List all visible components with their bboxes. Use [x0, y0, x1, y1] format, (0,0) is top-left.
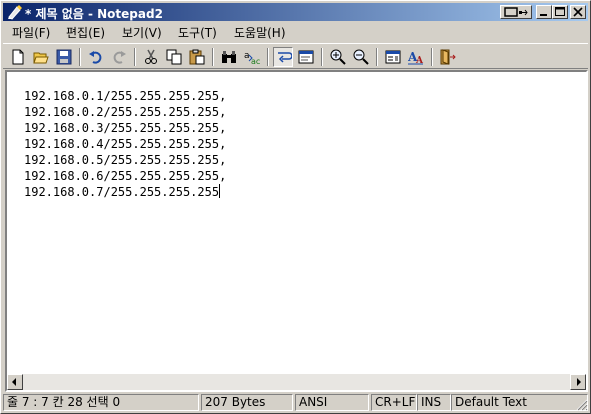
word-wrap-button[interactable] [273, 47, 293, 67]
notepad-app-icon [8, 5, 22, 20]
menu-edit[interactable]: 편집(E) [66, 24, 105, 41]
menu-view[interactable]: 보기(V) [122, 24, 162, 41]
undo-button[interactable] [86, 47, 106, 67]
title-bar[interactable]: * 제목 없음 - Notepad2 [3, 3, 588, 21]
status-mode: INS [417, 394, 451, 411]
text-line: 192.168.0.1/255.255.255.255, [24, 89, 227, 103]
new-icon [12, 49, 24, 65]
toolbar: a ac AA [3, 43, 588, 69]
paste-icon [189, 49, 205, 65]
close-button[interactable] [570, 5, 586, 19]
exit-icon [440, 49, 456, 65]
menu-tools[interactable]: 도구(T) [178, 24, 217, 41]
scroll-left-button[interactable] [7, 374, 23, 390]
scroll-right-button[interactable] [570, 374, 586, 390]
find-icon [222, 51, 236, 63]
text-caret [219, 184, 221, 198]
restore-extra-icon [504, 7, 528, 17]
zoom-in-button[interactable] [328, 47, 348, 67]
selection-margin [7, 72, 23, 374]
status-line-ending[interactable]: CR+LF [371, 394, 417, 411]
restore-extra-button[interactable] [500, 5, 532, 19]
minimize-icon [540, 14, 547, 16]
editor-text[interactable]: 192.168.0.1/255.255.255.255, 192.168.0.2… [24, 72, 226, 200]
cut-icon [145, 49, 157, 64]
open-button[interactable] [31, 47, 51, 67]
find-button[interactable] [219, 47, 239, 67]
toolbar-separator [134, 48, 136, 66]
replace-button[interactable]: a ac [242, 47, 262, 67]
toolbar-separator [431, 48, 433, 66]
arrow-right-icon [577, 378, 581, 386]
menu-help[interactable]: 도움말(H) [234, 24, 286, 41]
status-size: 207 Bytes [201, 394, 293, 411]
new-button[interactable] [8, 47, 28, 67]
word-wrap-icon [278, 52, 292, 63]
zoom-out-button[interactable] [351, 47, 371, 67]
copy-icon [166, 49, 182, 65]
settings-icon [298, 50, 314, 64]
menu-file[interactable]: 파일(F) [12, 24, 50, 41]
horizontal-scrollbar[interactable] [7, 374, 586, 390]
settings-button[interactable] [296, 47, 316, 67]
resize-grip-icon[interactable] [574, 397, 588, 411]
status-scheme[interactable]: Default Text [451, 394, 588, 411]
arrow-left-icon [12, 378, 16, 386]
maximize-icon [555, 7, 565, 16]
open-icon [33, 52, 49, 64]
toolbar-separator [79, 48, 81, 66]
text-line: 192.168.0.7/255.255.255.255 [24, 185, 220, 199]
schemes-button[interactable] [383, 47, 403, 67]
menu-bar: 파일(F) 편집(E) 보기(V) 도구(T) 도움말(H) [3, 22, 588, 41]
text-line: 192.168.0.4/255.255.255.255, [24, 137, 227, 151]
save-button[interactable] [54, 47, 74, 67]
close-icon [573, 7, 583, 17]
text-editor[interactable]: 192.168.0.1/255.255.255.255, 192.168.0.2… [5, 70, 588, 392]
svg-text:a: a [244, 51, 250, 61]
font-icon: AA [408, 50, 424, 65]
toolbar-separator [212, 48, 214, 66]
text-line: 192.168.0.2/255.255.255.255, [24, 105, 227, 119]
status-encoding[interactable]: ANSI [295, 394, 369, 411]
redo-icon [113, 51, 126, 64]
minimize-button[interactable] [536, 5, 552, 19]
text-line: 192.168.0.6/255.255.255.255, [24, 169, 227, 183]
zoom-out-icon [353, 49, 369, 65]
status-position: 줄 7 : 7 칸 28 선택 0 [3, 394, 199, 411]
toolbar-separator [321, 48, 323, 66]
text-line: 192.168.0.3/255.255.255.255, [24, 121, 227, 135]
save-icon [56, 49, 72, 65]
font-button[interactable]: AA [406, 47, 426, 67]
toolbar-separator [376, 48, 378, 66]
paste-button[interactable] [187, 47, 207, 67]
maximize-button[interactable] [552, 5, 568, 19]
status-bar: 줄 7 : 7 칸 28 선택 0 207 Bytes ANSI CR+LF I… [3, 393, 588, 411]
zoom-in-icon [330, 49, 346, 65]
svg-text:ac: ac [251, 57, 260, 65]
schemes-icon [385, 50, 401, 64]
copy-button[interactable] [164, 47, 184, 67]
toolbar-separator [267, 48, 269, 66]
replace-icon: aac [244, 51, 260, 65]
window-title: * 제목 없음 - Notepad2 [25, 7, 163, 21]
text-line: 192.168.0.5/255.255.255.255, [24, 153, 227, 167]
exit-button[interactable] [438, 47, 458, 67]
undo-icon [89, 51, 102, 64]
cut-button[interactable] [141, 47, 161, 67]
notepad2-window: * 제목 없음 - Notepad2 파일(F) 편집(E) 보기(V) 도구(… [0, 0, 591, 414]
redo-button[interactable] [109, 47, 129, 67]
